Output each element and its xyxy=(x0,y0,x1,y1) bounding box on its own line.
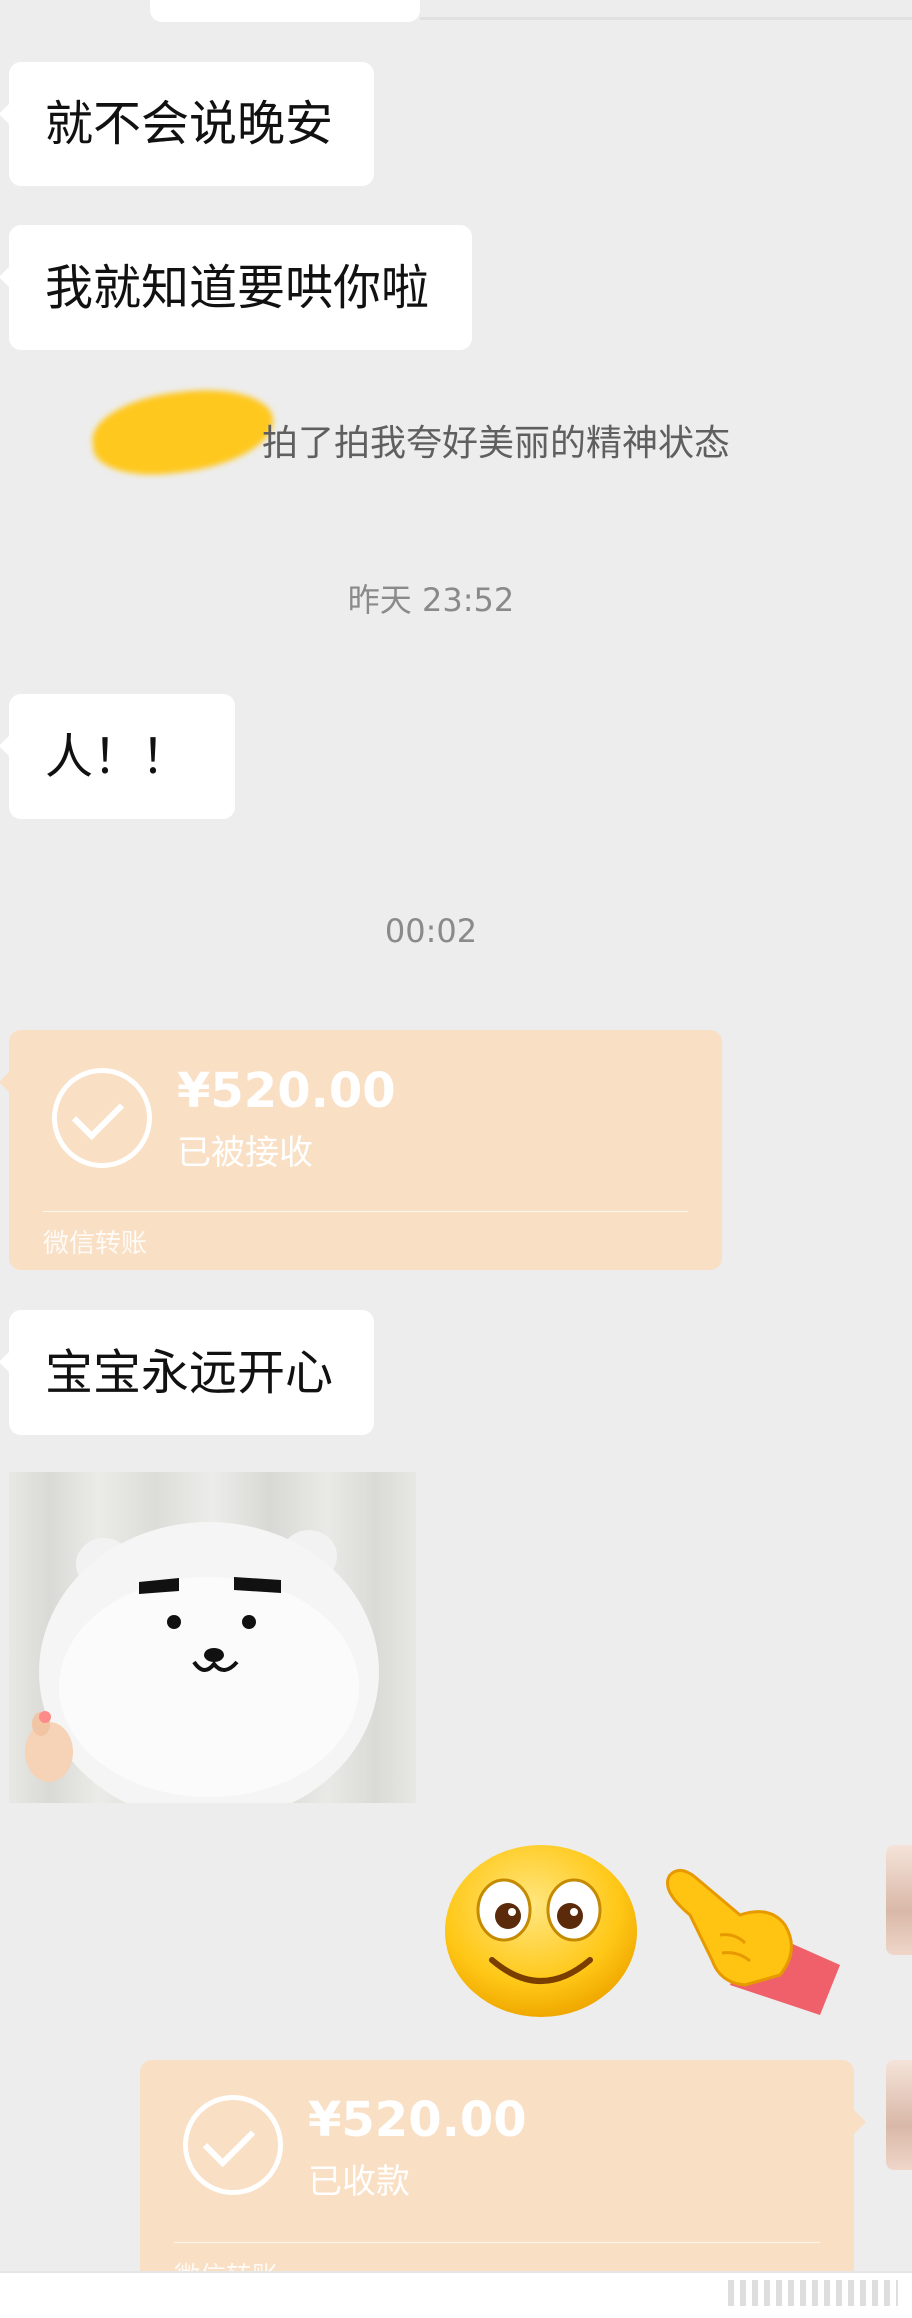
previous-bubble-edge xyxy=(150,0,420,22)
transfer-status: 已收款 xyxy=(308,2162,410,2202)
check-circle-icon xyxy=(183,2095,283,2195)
redacted-name-scribble xyxy=(88,382,278,482)
avatar[interactable] xyxy=(886,1845,912,1955)
smiling-face-drawing xyxy=(445,1845,637,2017)
message-bubble[interactable]: 就不会说晚安 xyxy=(0,62,374,186)
pointing-hand-emoji[interactable] xyxy=(650,1855,850,2015)
check-circle-icon xyxy=(52,1068,152,1168)
transfer-divider xyxy=(174,2242,820,2243)
transfer-amount: ¥520.00 xyxy=(308,2092,527,2148)
message-text: 人！！ xyxy=(45,728,190,785)
transfer-divider xyxy=(43,1211,688,1212)
bear-sticker[interactable] xyxy=(9,1472,416,1803)
watermark xyxy=(728,2280,898,2306)
transfer-brand: 微信转账 xyxy=(43,1229,148,1259)
message-text: 我就知道要哄你啦 xyxy=(45,259,430,316)
transfer-status: 已被接收 xyxy=(177,1133,313,1173)
message-bubble[interactable]: 我就知道要哄你啦 xyxy=(0,225,472,350)
message-bubble[interactable]: 人！！ xyxy=(0,694,235,819)
timestamp: 昨天 23:52 xyxy=(347,581,515,619)
transfer-amount: ¥520.00 xyxy=(177,1063,396,1119)
pat-notification: 拍了拍我夸好美丽的精神状态 xyxy=(262,423,731,464)
avatar[interactable] xyxy=(886,2060,912,2170)
smiling-face-emoji[interactable] xyxy=(442,1842,640,2020)
message-text: 就不会说晚安 xyxy=(45,96,334,152)
message-text: 宝宝永远开心 xyxy=(45,1344,334,1401)
transfer-card-received[interactable]: ¥520.00 已被接收 微信转账 xyxy=(0,1030,722,1270)
bear-sticker-drawing xyxy=(25,1522,379,1803)
timestamp: 00:02 xyxy=(384,912,478,950)
top-divider xyxy=(420,17,912,20)
pointing-hand-drawing xyxy=(666,1869,840,2015)
message-bubble[interactable]: 宝宝永远开心 xyxy=(0,1310,374,1435)
